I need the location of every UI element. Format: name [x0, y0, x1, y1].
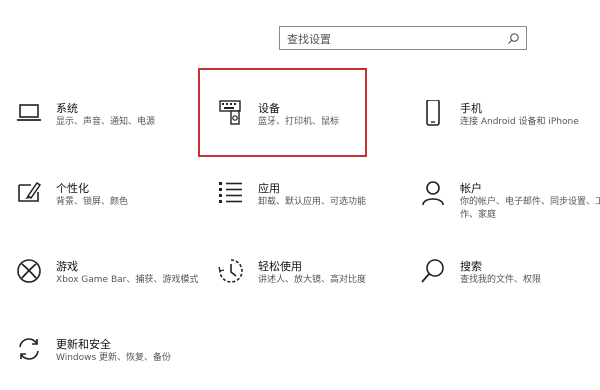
- tile-ease-of-access[interactable]: 轻松使用 讲述人、放大镜、高对比度: [218, 258, 403, 308]
- tile-search[interactable]: 搜索 查找我的文件、权限: [420, 258, 600, 308]
- search-input[interactable]: 查找设置: [279, 26, 527, 50]
- tile-desc: 显示、声音、通知、电源: [56, 117, 156, 127]
- tile-title: 帐户: [460, 182, 482, 195]
- tile-desc: 讲述人、放大镜、高对比度: [258, 275, 367, 285]
- tile-title: 手机: [460, 102, 482, 115]
- tile-title: 系统: [56, 102, 78, 115]
- tile-title: 更新和安全: [56, 338, 111, 351]
- tile-title: 搜索: [460, 260, 482, 273]
- tile-gaming[interactable]: 游戏 Xbox Game Bar、捕获、游戏模式: [16, 258, 201, 308]
- tile-desc: 卸载、默认应用、可选功能: [258, 197, 367, 207]
- tile-accounts[interactable]: 帐户 你的帐户、电子邮件、同步设置、工作、家庭: [420, 180, 600, 230]
- tile-desc: 连接 Android 设备和 iPhone: [460, 117, 579, 127]
- tile-apps[interactable]: 应用 卸载、默认应用、可选功能: [218, 180, 403, 230]
- account-icon: [422, 181, 444, 206]
- tile-title: 轻松使用: [258, 260, 302, 273]
- tile-title: 游戏: [56, 260, 78, 273]
- xbox-icon: [17, 259, 41, 283]
- tile-personalization[interactable]: 个性化 背景、锁屏、颜色: [16, 180, 201, 230]
- tile-desc: Xbox Game Bar、捕获、游戏模式: [56, 275, 199, 285]
- tile-title: 个性化: [56, 182, 89, 195]
- ease-of-access-icon: [218, 259, 243, 283]
- search-icon: [421, 259, 444, 283]
- phone-icon: [426, 100, 440, 126]
- devices-icon: [219, 100, 241, 125]
- tile-system[interactable]: 系统 显示、声音、通知、电源: [16, 100, 201, 150]
- tile-update-security[interactable]: 更新和安全 Windows 更新、恢复、备份: [16, 336, 201, 386]
- laptop-icon: [17, 104, 41, 121]
- search-icon: [507, 33, 519, 45]
- personalization-icon: [18, 181, 42, 202]
- tile-desc: 蓝牙、打印机、鼠标: [258, 117, 340, 127]
- update-icon: [19, 338, 39, 360]
- tile-desc: Windows 更新、恢复、备份: [56, 353, 172, 363]
- tile-devices[interactable]: 设备 蓝牙、打印机、鼠标: [218, 100, 403, 150]
- tile-desc: 背景、锁屏、颜色: [56, 197, 129, 207]
- tile-desc: 你的帐户、电子邮件、同步设置、工作、家庭: [460, 197, 600, 220]
- tile-phone[interactable]: 手机 连接 Android 设备和 iPhone: [420, 100, 600, 150]
- apps-icon: [219, 182, 242, 203]
- tile-title: 应用: [258, 182, 280, 195]
- tile-title: 设备: [258, 102, 280, 115]
- tile-desc: 查找我的文件、权限: [460, 275, 542, 285]
- search-placeholder: 查找设置: [287, 33, 331, 46]
